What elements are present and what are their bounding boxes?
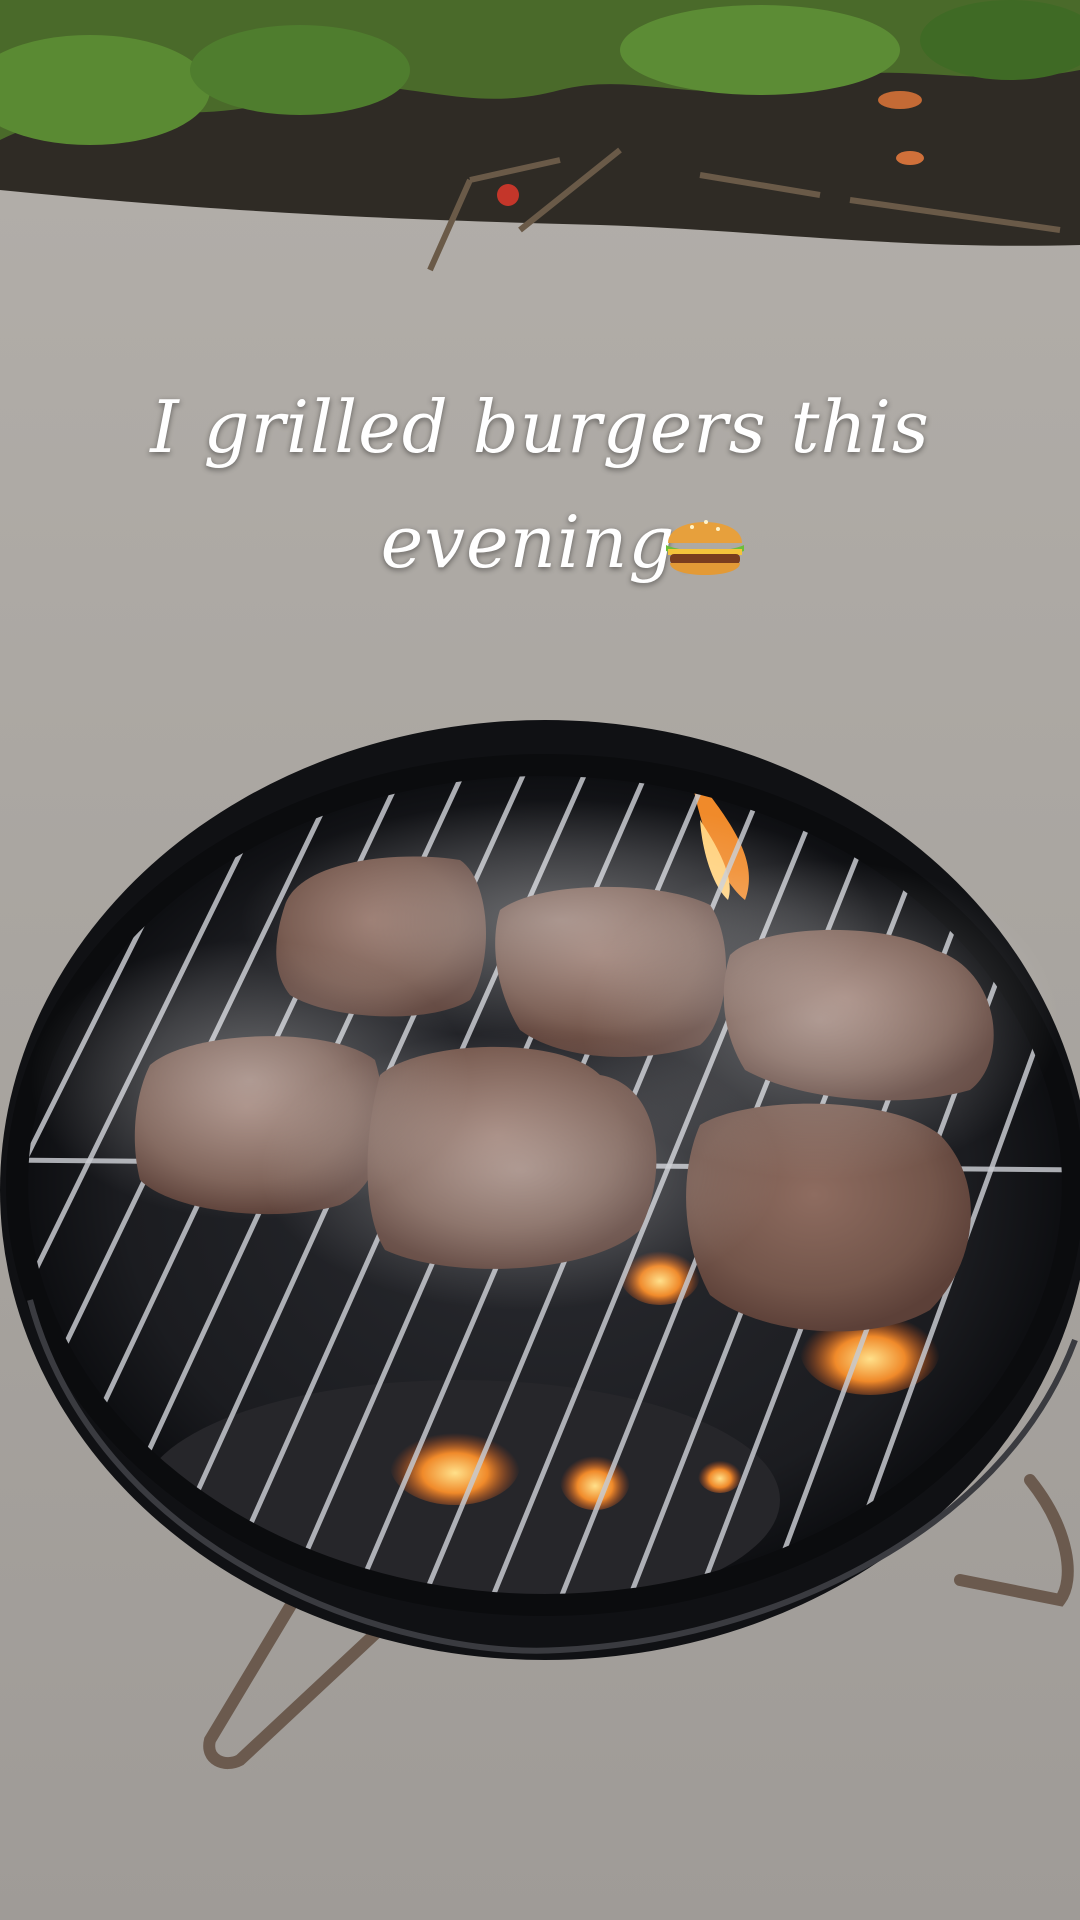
- caption-line-1: I grilled burgers this: [150, 385, 930, 469]
- photo-scene: [0, 0, 1080, 1920]
- hamburger-emoji-icon: [666, 520, 744, 575]
- caption-line-2: evening.: [380, 500, 700, 584]
